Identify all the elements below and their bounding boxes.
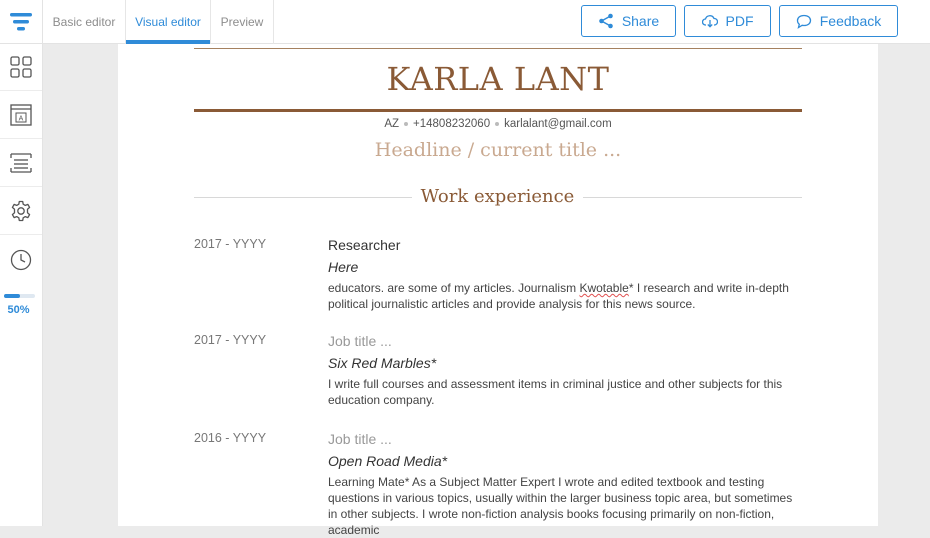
feedback-button[interactable]: Feedback [779,5,898,37]
entry-company[interactable]: Here [328,259,358,275]
entry-description[interactable]: Learning Mate* As a Subject Matter Exper… [328,474,802,538]
sections-icon [10,153,32,173]
contact-email: karlalant@gmail.com [504,118,612,130]
entry-date[interactable]: 2016 - YYYY [194,431,266,445]
resume-name[interactable]: KARLA LANT [194,60,802,98]
contact-location: AZ [384,118,400,130]
app-logo[interactable] [0,0,43,44]
share-icon [599,13,613,29]
template-icon: A [10,104,32,126]
logo-icon [10,13,32,31]
top-bar: Basic editor Visual editor Preview Share… [0,0,930,44]
progress-fill [4,294,20,298]
resume-page: KARLA LANT AZ +14808232060 karlalant@gmail… [118,44,878,537]
chat-bubble-icon [796,14,811,29]
entry-job-title[interactable]: Job title ... [328,431,392,447]
clock-icon [10,249,32,270]
entry-company[interactable]: Six Red Marbles* [328,355,436,371]
entry-job-title[interactable]: Job title ... [328,333,392,349]
sidebar-item-sections[interactable] [0,140,42,187]
contact-line[interactable]: AZ +14808232060 karlalant@gmail.com [194,118,802,130]
tab-visual-editor[interactable]: Visual editor [126,0,211,44]
progress-track [4,294,35,298]
sidebar-item-layout[interactable] [0,44,42,91]
sidebar-item-templates[interactable]: A [0,92,42,139]
name-divider [194,109,802,112]
top-divider [194,48,802,49]
tab-basic-editor[interactable]: Basic editor [43,0,126,44]
section-title-work-experience[interactable]: Work experience [412,186,583,207]
separator-dot [404,121,409,126]
gear-icon [11,200,31,222]
sidebar-item-settings[interactable] [0,188,42,235]
entry-date[interactable]: 2017 - YYYY [194,333,266,347]
left-sidebar: A 50% [0,44,43,526]
progress-label: 50% [7,304,30,316]
pdf-download-button[interactable]: PDF [684,5,771,37]
cloud-download-icon [701,15,718,28]
headline-field[interactable]: Headline / current title ... [194,139,802,161]
separator-dot [495,121,500,126]
spellcheck-flag: Kwotable [579,281,629,295]
svg-text:A: A [19,116,24,123]
contact-phone: +14808232060 [413,118,491,130]
entry-description[interactable]: educators. are some of my articles. Jour… [328,280,802,312]
entry-company[interactable]: Open Road Media* [328,453,447,469]
section-divider-right [583,197,802,198]
entry-date[interactable]: 2017 - YYYY [194,237,266,251]
entry-job-title[interactable]: Researcher [328,237,400,253]
share-button[interactable]: Share [581,5,676,37]
sidebar-item-history[interactable] [0,236,42,283]
entry-description[interactable]: I write full courses and assessment item… [328,376,802,408]
section-divider-left [194,197,412,198]
tab-preview[interactable]: Preview [211,0,274,44]
grid-icon [10,56,32,78]
